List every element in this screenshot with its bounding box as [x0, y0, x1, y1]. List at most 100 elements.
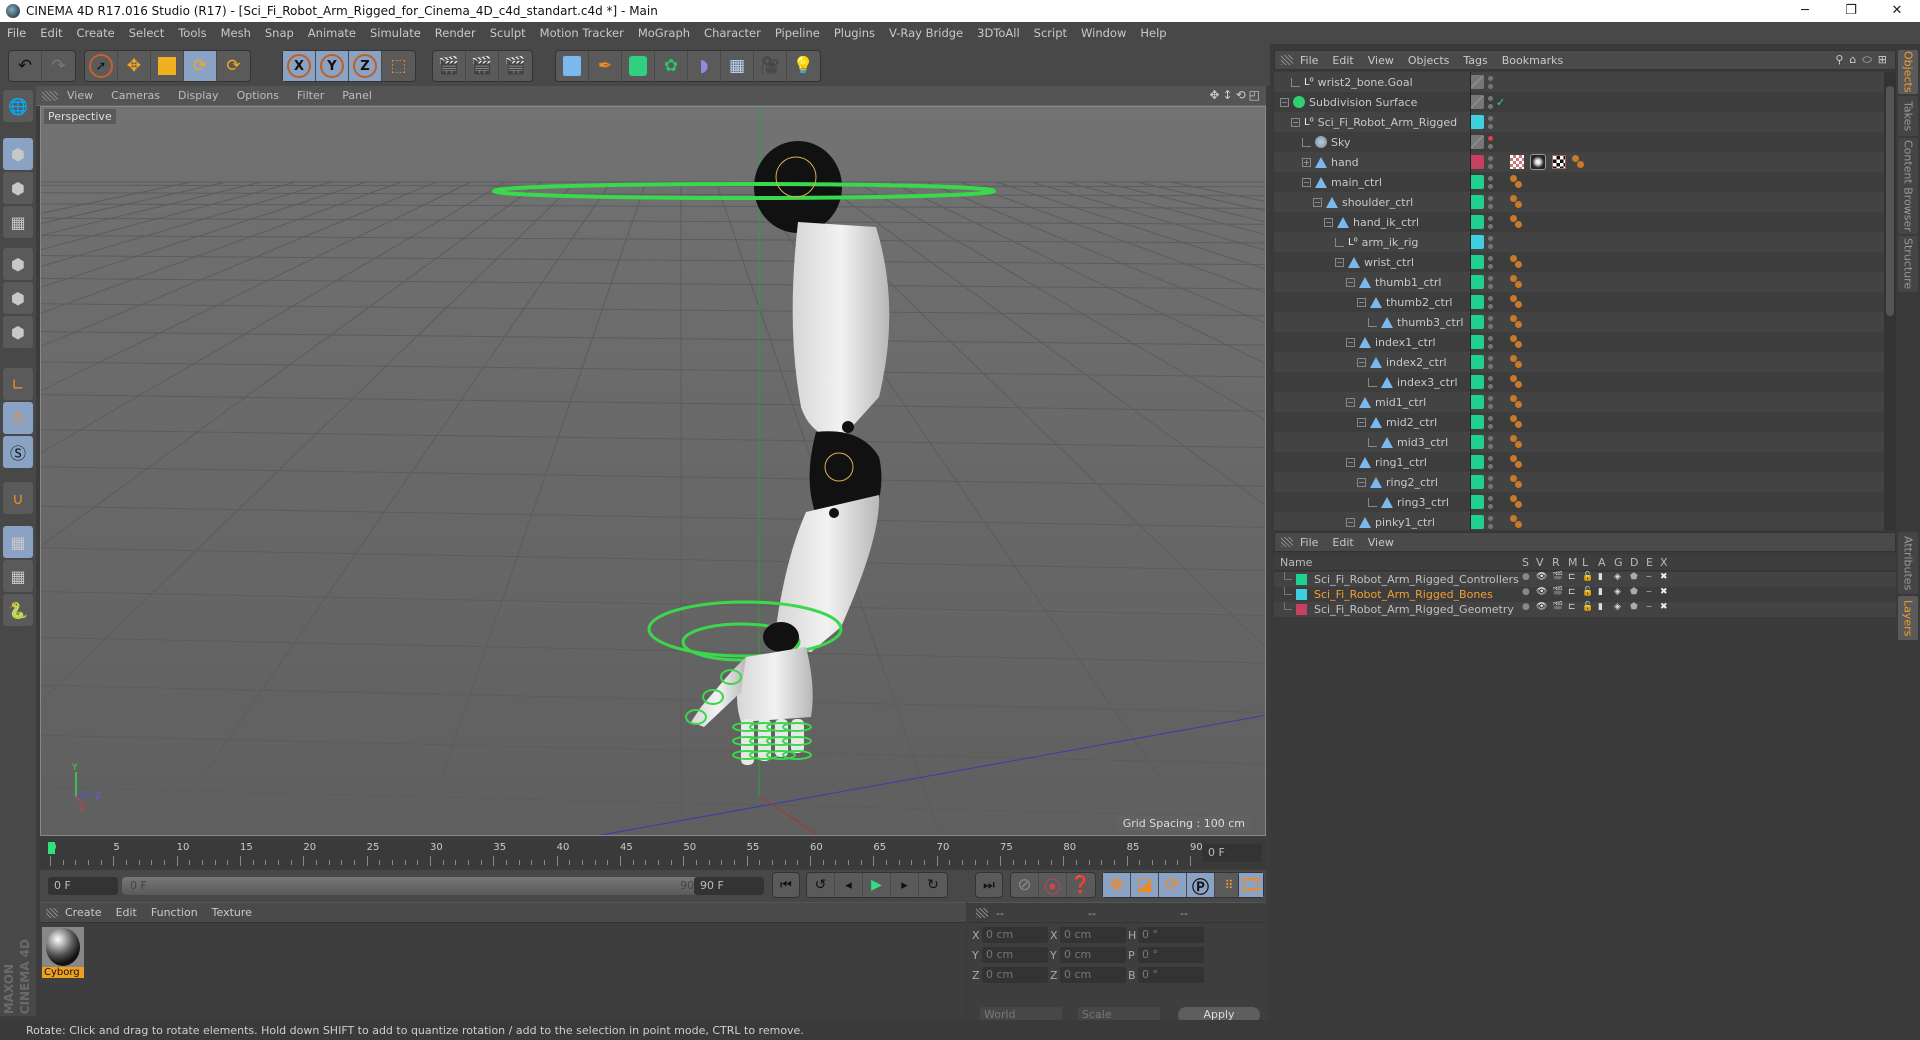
visibility-dots[interactable]: [1488, 215, 1494, 229]
object-row[interactable]: − L⁰ Sci_Fi_Robot_Arm_Rigged: [1274, 112, 1884, 132]
collapse-icon[interactable]: −: [1313, 197, 1322, 207]
layer-name[interactable]: Sci_Fi_Robot_Arm_Rigged_Bones: [1314, 588, 1493, 601]
go-to-start-icon[interactable]: ⏮: [773, 873, 799, 897]
objects-menu-tags[interactable]: Tags: [1456, 54, 1494, 67]
object-row[interactable]: − main_ctrl: [1274, 172, 1884, 192]
texture-mode-icon[interactable]: ⬢: [3, 172, 33, 204]
selection-tag-icon[interactable]: [1552, 155, 1566, 169]
object-row[interactable]: index3_ctrl: [1274, 372, 1884, 392]
tab-layers[interactable]: Layers: [1898, 596, 1918, 640]
material-swatch-cyborg[interactable]: Cyborg: [42, 927, 86, 985]
timeline-window-icon[interactable]: 🎞: [1239, 873, 1263, 897]
collapse-icon[interactable]: −: [1324, 217, 1333, 227]
xref-icon[interactable]: ✖: [1660, 602, 1668, 612]
objects-menu-view[interactable]: View: [1361, 54, 1401, 67]
collapse-icon[interactable]: −: [1346, 397, 1355, 407]
collapse-icon[interactable]: −: [1335, 257, 1344, 267]
expand-icon[interactable]: +: [1302, 157, 1311, 167]
go-to-end-icon[interactable]: ⏭: [976, 873, 1002, 897]
object-row[interactable]: − wrist_ctrl: [1274, 252, 1884, 272]
collapse-icon[interactable]: −: [1357, 297, 1366, 307]
layer-color-swatch[interactable]: [1470, 275, 1484, 289]
visibility-dots[interactable]: [1488, 95, 1494, 109]
animation-icon[interactable]: ▮: [1598, 602, 1603, 612]
weight-tag-icon[interactable]: [1510, 355, 1524, 369]
no-layer-icon[interactable]: [1470, 75, 1484, 89]
play-forward-icon[interactable]: ▶: [863, 873, 891, 897]
record-keys-icon[interactable]: ⊘: [1011, 873, 1039, 897]
layer-column-a[interactable]: A: [1598, 556, 1606, 569]
menu-plugins[interactable]: Plugins: [827, 26, 882, 40]
visibility-dots[interactable]: [1488, 495, 1494, 509]
coord-value-field[interactable]: 0 °: [1138, 947, 1204, 963]
menu-sculpt[interactable]: Sculpt: [483, 26, 533, 40]
layer-color-swatch[interactable]: [1470, 315, 1484, 329]
visible-eye-icon[interactable]: 👁: [1536, 572, 1547, 582]
redo-icon[interactable]: ↷: [42, 51, 75, 81]
preview-range-slider[interactable]: 0 F 90 F: [122, 877, 722, 895]
texture-tag-icon[interactable]: [1510, 155, 1524, 169]
layers-menu-file[interactable]: File: [1293, 536, 1325, 549]
no-layer-icon[interactable]: [1470, 95, 1484, 109]
key-parameter-icon[interactable]: Ⓟ: [1187, 873, 1215, 898]
subdivision-surface-icon[interactable]: [622, 51, 655, 81]
weight-tag-icon[interactable]: [1510, 435, 1524, 449]
render-view-icon[interactable]: 🎬: [433, 51, 466, 81]
xref-icon[interactable]: ✖: [1660, 587, 1668, 597]
layer-column-x[interactable]: X: [1660, 556, 1668, 569]
maximize-view-icon[interactable]: ◰: [1249, 88, 1260, 102]
layer-color-swatch[interactable]: [1470, 435, 1484, 449]
perspective-viewport[interactable]: Y Z X Perspective Grid Spacing : 100 cm: [40, 106, 1266, 836]
undo-icon[interactable]: ↶: [9, 51, 42, 81]
menu-snap[interactable]: Snap: [258, 26, 301, 40]
weight-tag-icon[interactable]: [1510, 275, 1524, 289]
weight-tag-icon[interactable]: [1510, 475, 1524, 489]
layer-column-v[interactable]: V: [1536, 556, 1544, 569]
model-mode-icon[interactable]: ⬢: [3, 138, 33, 170]
collapse-icon[interactable]: −: [1346, 337, 1355, 347]
layer-color-swatch[interactable]: [1470, 415, 1484, 429]
menu-file[interactable]: File: [0, 26, 33, 40]
timeline-ruler[interactable]: 051015202530354045505560657075808590 0 F: [40, 840, 1266, 868]
light-icon[interactable]: 💡: [787, 51, 820, 81]
weight-tag-icon[interactable]: [1510, 515, 1524, 529]
cloner-icon[interactable]: ✿: [655, 51, 688, 81]
layer-color-swatch[interactable]: [1470, 515, 1484, 529]
tweak-mode-icon[interactable]: 🖱: [3, 402, 33, 434]
layer-color-swatch[interactable]: [1470, 255, 1484, 269]
workplane-mode-icon[interactable]: ▦: [3, 206, 33, 238]
manager-icon[interactable]: ⊏: [1568, 572, 1576, 582]
object-row[interactable]: − ring1_ctrl: [1274, 452, 1884, 472]
deformers-icon[interactable]: ⬟: [1630, 587, 1638, 597]
previous-frame-icon[interactable]: ◂: [835, 873, 863, 897]
lock-icon[interactable]: 🔓: [1582, 602, 1593, 612]
layer-name[interactable]: Sci_Fi_Robot_Arm_Rigged_Controllers: [1314, 573, 1519, 586]
lock-icon[interactable]: 🔓: [1582, 587, 1593, 597]
layer-color-swatch[interactable]: [1296, 574, 1307, 585]
home-icon[interactable]: ⌂: [1849, 53, 1856, 67]
coord-value-field[interactable]: 0 cm: [1060, 967, 1126, 983]
workplane-lock-icon[interactable]: ▦: [3, 526, 33, 558]
move-tool-icon[interactable]: ✥: [118, 51, 151, 81]
viewport-menu-cameras[interactable]: Cameras: [102, 89, 169, 102]
menu-character[interactable]: Character: [697, 26, 768, 40]
next-key-icon[interactable]: ↻: [919, 873, 947, 897]
visibility-dots[interactable]: [1488, 475, 1494, 489]
visibility-dots[interactable]: [1488, 195, 1494, 209]
previous-key-icon[interactable]: ↺: [807, 873, 835, 897]
recent-tools-icon[interactable]: ⟳: [217, 51, 250, 81]
menu-mesh[interactable]: Mesh: [214, 26, 258, 40]
material-menu-create[interactable]: Create: [58, 906, 109, 919]
scrollbar-thumb[interactable]: [1886, 86, 1894, 316]
viewport-menu-display[interactable]: Display: [169, 89, 228, 102]
coord-value-field[interactable]: 0 cm: [982, 967, 1048, 983]
expressions-icon[interactable]: ⌣: [1646, 602, 1652, 612]
visibility-dots[interactable]: [1488, 375, 1494, 389]
tab-attributes[interactable]: Attributes: [1898, 532, 1918, 594]
object-row[interactable]: L⁰ wrist2_bone.Goal: [1274, 72, 1884, 92]
animation-icon[interactable]: ▮: [1598, 572, 1603, 582]
layer-color-swatch[interactable]: [1470, 495, 1484, 509]
layer-column-e[interactable]: E: [1646, 556, 1653, 569]
points-mode-icon[interactable]: ⬢: [3, 248, 33, 280]
weight-tag-icon[interactable]: [1572, 155, 1586, 169]
